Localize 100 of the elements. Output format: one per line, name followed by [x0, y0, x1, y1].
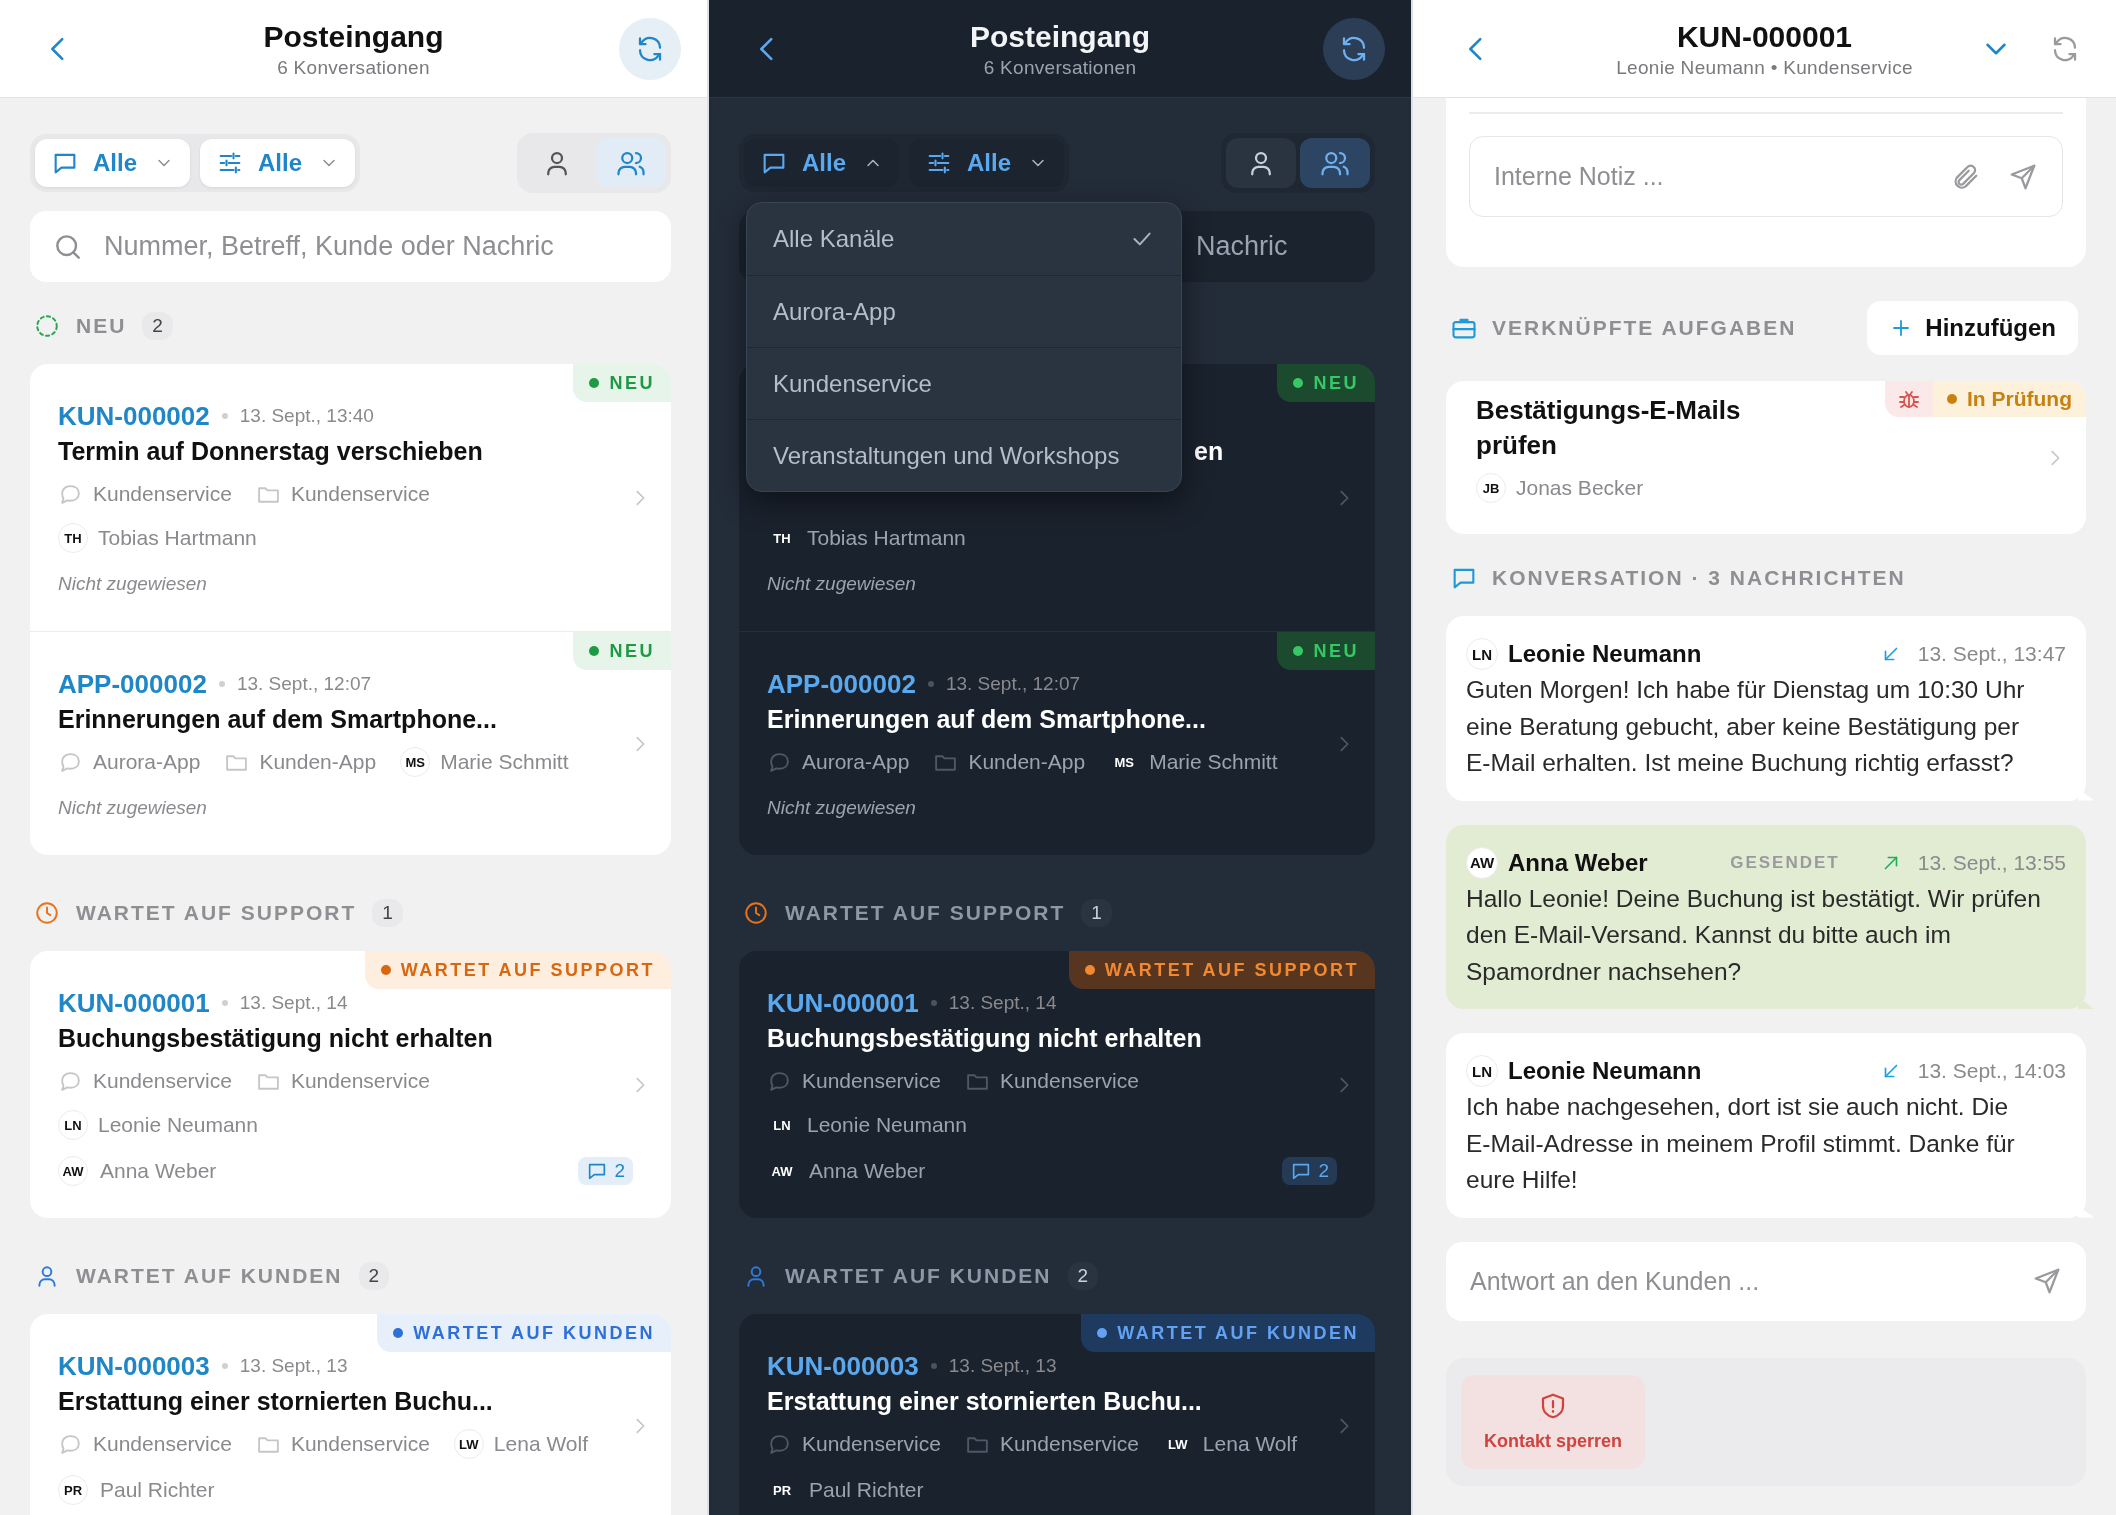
ticket-number: APP-000002	[58, 670, 207, 698]
count-badge: 2	[358, 1262, 390, 1290]
folder-name: Kunden-App	[968, 750, 1086, 774]
avatar: AW	[770, 1162, 794, 1181]
conversation-title: Erstattung einer stornierten Buchu...	[767, 1386, 1203, 1417]
conversation-count: 6 Konversationen	[276, 55, 431, 80]
sender-name: Anna Weber	[1508, 848, 1648, 877]
channel-name: Kundenservice	[93, 482, 232, 506]
timestamp: 13. Sept., 13	[948, 1355, 1057, 1377]
ticket-number: KUN-000003	[767, 1352, 919, 1380]
message-text: Hallo Leonie! Deine Buchung ist bestätigt. Wir prüfen den E-Mail-Versand. Kannst du bitte auch im Spamordner nachsehen?	[1466, 883, 2042, 987]
timestamp: 13. Sept., 14:03	[1917, 1059, 2066, 1083]
avatar: LN	[58, 1110, 88, 1140]
customer-name: Marie Schmitt	[1149, 750, 1278, 774]
conversation-count: 6 Konversationen	[982, 55, 1138, 80]
message-count: 2	[614, 1160, 625, 1182]
timestamp: 13. Sept., 14	[239, 992, 348, 1014]
sender-name: Leonie Neumann	[1508, 1057, 1702, 1085]
ticket-number: KUN-000001	[58, 989, 210, 1017]
conversation-title: Erstattung einer stornierten Buchu...	[58, 1386, 494, 1417]
avatar: PR	[771, 1481, 793, 1500]
avatar: TH	[58, 523, 88, 553]
customer-name: Lena Wolf	[493, 1432, 588, 1456]
conversation-title: Termin auf Donnerstag verschieben	[58, 436, 484, 467]
status-badge: NEU	[573, 364, 671, 402]
folder-name: Kundenservice	[290, 1432, 430, 1456]
assignee-name: Jonas Becker	[1516, 476, 1644, 500]
delivery-status: GESENDET	[1730, 852, 1840, 873]
section-title: KONVERSATION · 3 NACHRICHTEN	[1492, 566, 1906, 590]
timestamp: 13. Sept., 12:07	[945, 673, 1081, 695]
folder-name: Kundenservice	[999, 1069, 1139, 1093]
message-text: Guten Morgen! Ich habe für Dienstag um 10:30 Uhr eine Beratung gebucht, aber keine Bestätigung per E-Mail erhalten. Ist meine Buchung richtig erfasst?	[1466, 675, 2026, 778]
task-title: Bestätigungs-E-Mails prüfen	[1476, 394, 1742, 462]
status-badge: WARTET AUF SUPPORT	[1068, 951, 1375, 989]
assignee-note: Nicht zugewiesen	[58, 573, 207, 595]
conversation-title: Erinnerungen auf dem Smartphone...	[767, 704, 1207, 735]
status-badge: WARTET AUF SUPPORT	[364, 951, 671, 989]
section-title: WARTET AUF KUNDEN	[76, 1264, 343, 1288]
status-badge: WARTET AUF KUNDEN	[1081, 1314, 1375, 1352]
folder-name: Kundenservice	[999, 1432, 1139, 1456]
section-title: VERKNÜPFTE AUFGABEN	[1492, 316, 1797, 340]
count-badge: 2	[1067, 1262, 1099, 1290]
avatar: JB	[1476, 473, 1506, 503]
channel-name: Kundenservice	[93, 1432, 232, 1456]
message-text: Ich habe nachgesehen, dort ist sie auch nicht. Die E-Mail-Adresse in meinem Profil stimmt. Danke für eure Hilfe!	[1466, 1092, 2016, 1195]
channel-name: Kundenservice	[802, 1432, 941, 1456]
timestamp: 13. Sept., 13	[239, 1355, 348, 1377]
avatar: MS	[400, 747, 431, 777]
status-badge: WARTET AUF KUNDEN	[377, 1314, 671, 1352]
avatar: LW	[1167, 1435, 1189, 1454]
ticket-number: APP-000002	[767, 670, 916, 698]
conversation-title: Buchungsbestätigung nicht erhalten	[767, 1023, 1203, 1054]
folder-name: Kundenservice	[290, 482, 430, 506]
page-title: Posteingang	[262, 18, 445, 55]
assignee-note: Nicht zugewiesen	[58, 797, 207, 819]
count-badge: 1	[372, 899, 403, 927]
folder-name: Kunden-App	[259, 750, 377, 774]
assignee-name: Paul Richter	[100, 1478, 215, 1502]
section-title: WARTET AUF KUNDEN	[785, 1264, 1052, 1288]
customer-name: Marie Schmitt	[440, 750, 569, 774]
count-badge: 1	[1081, 899, 1112, 927]
status-badge: NEU	[1277, 632, 1375, 670]
avatar: LN	[1466, 638, 1498, 670]
avatar: PR	[58, 1475, 88, 1505]
ticket-number: KUN-000001	[767, 989, 919, 1017]
message-count: 2	[1318, 1160, 1329, 1182]
status-badge: NEU	[573, 632, 671, 670]
sender-name: Leonie Neumann	[1508, 640, 1702, 668]
timestamp: 13. Sept., 13:55	[1917, 850, 2066, 875]
timestamp: 13. Sept., 14	[948, 992, 1057, 1014]
page-title: Posteingang	[969, 18, 1151, 55]
status-badge: NEU	[1277, 364, 1375, 402]
count-badge: 2	[142, 312, 173, 340]
assignee-name: Anna Weber	[100, 1159, 217, 1183]
assignee-name: Paul Richter	[809, 1478, 924, 1502]
folder-name: Kundenservice	[290, 1069, 430, 1093]
avatar: AW	[58, 1156, 88, 1186]
ticket-subtitle: Leonie Neumann • Kundenservice	[1615, 55, 1914, 80]
customer-name: Lena Wolf	[1202, 1432, 1297, 1456]
section-title: NEU	[76, 314, 127, 338]
avatar: LW	[453, 1429, 484, 1459]
section-title: WARTET AUF SUPPORT	[76, 901, 357, 925]
ticket-title: KUN-000001	[1675, 18, 1854, 55]
channel-name: Aurora-App	[93, 750, 201, 774]
ticket-number: KUN-000003	[58, 1352, 210, 1380]
avatar: LN	[1466, 1055, 1498, 1087]
avatar: TH	[772, 529, 792, 548]
customer-name: Tobias Hartmann	[807, 526, 966, 550]
conversation-title: Buchungsbestätigung nicht erhalten	[58, 1023, 494, 1054]
section-title: WARTET AUF SUPPORT	[785, 901, 1066, 925]
avatar: MS	[1113, 753, 1135, 772]
avatar: AW	[1466, 846, 1498, 879]
customer-name: Tobias Hartmann	[98, 526, 257, 550]
conversation-title: Erinnerungen auf dem Smartphone...	[58, 704, 498, 735]
assignee-name: Anna Weber	[809, 1159, 926, 1183]
channel-name: Aurora-App	[802, 750, 910, 774]
avatar: LN	[772, 1116, 792, 1135]
conversation-title: en	[1194, 436, 1225, 467]
status-badge: In Prüfung	[1933, 381, 2086, 417]
timestamp: 13. Sept., 13:47	[1917, 642, 2066, 666]
